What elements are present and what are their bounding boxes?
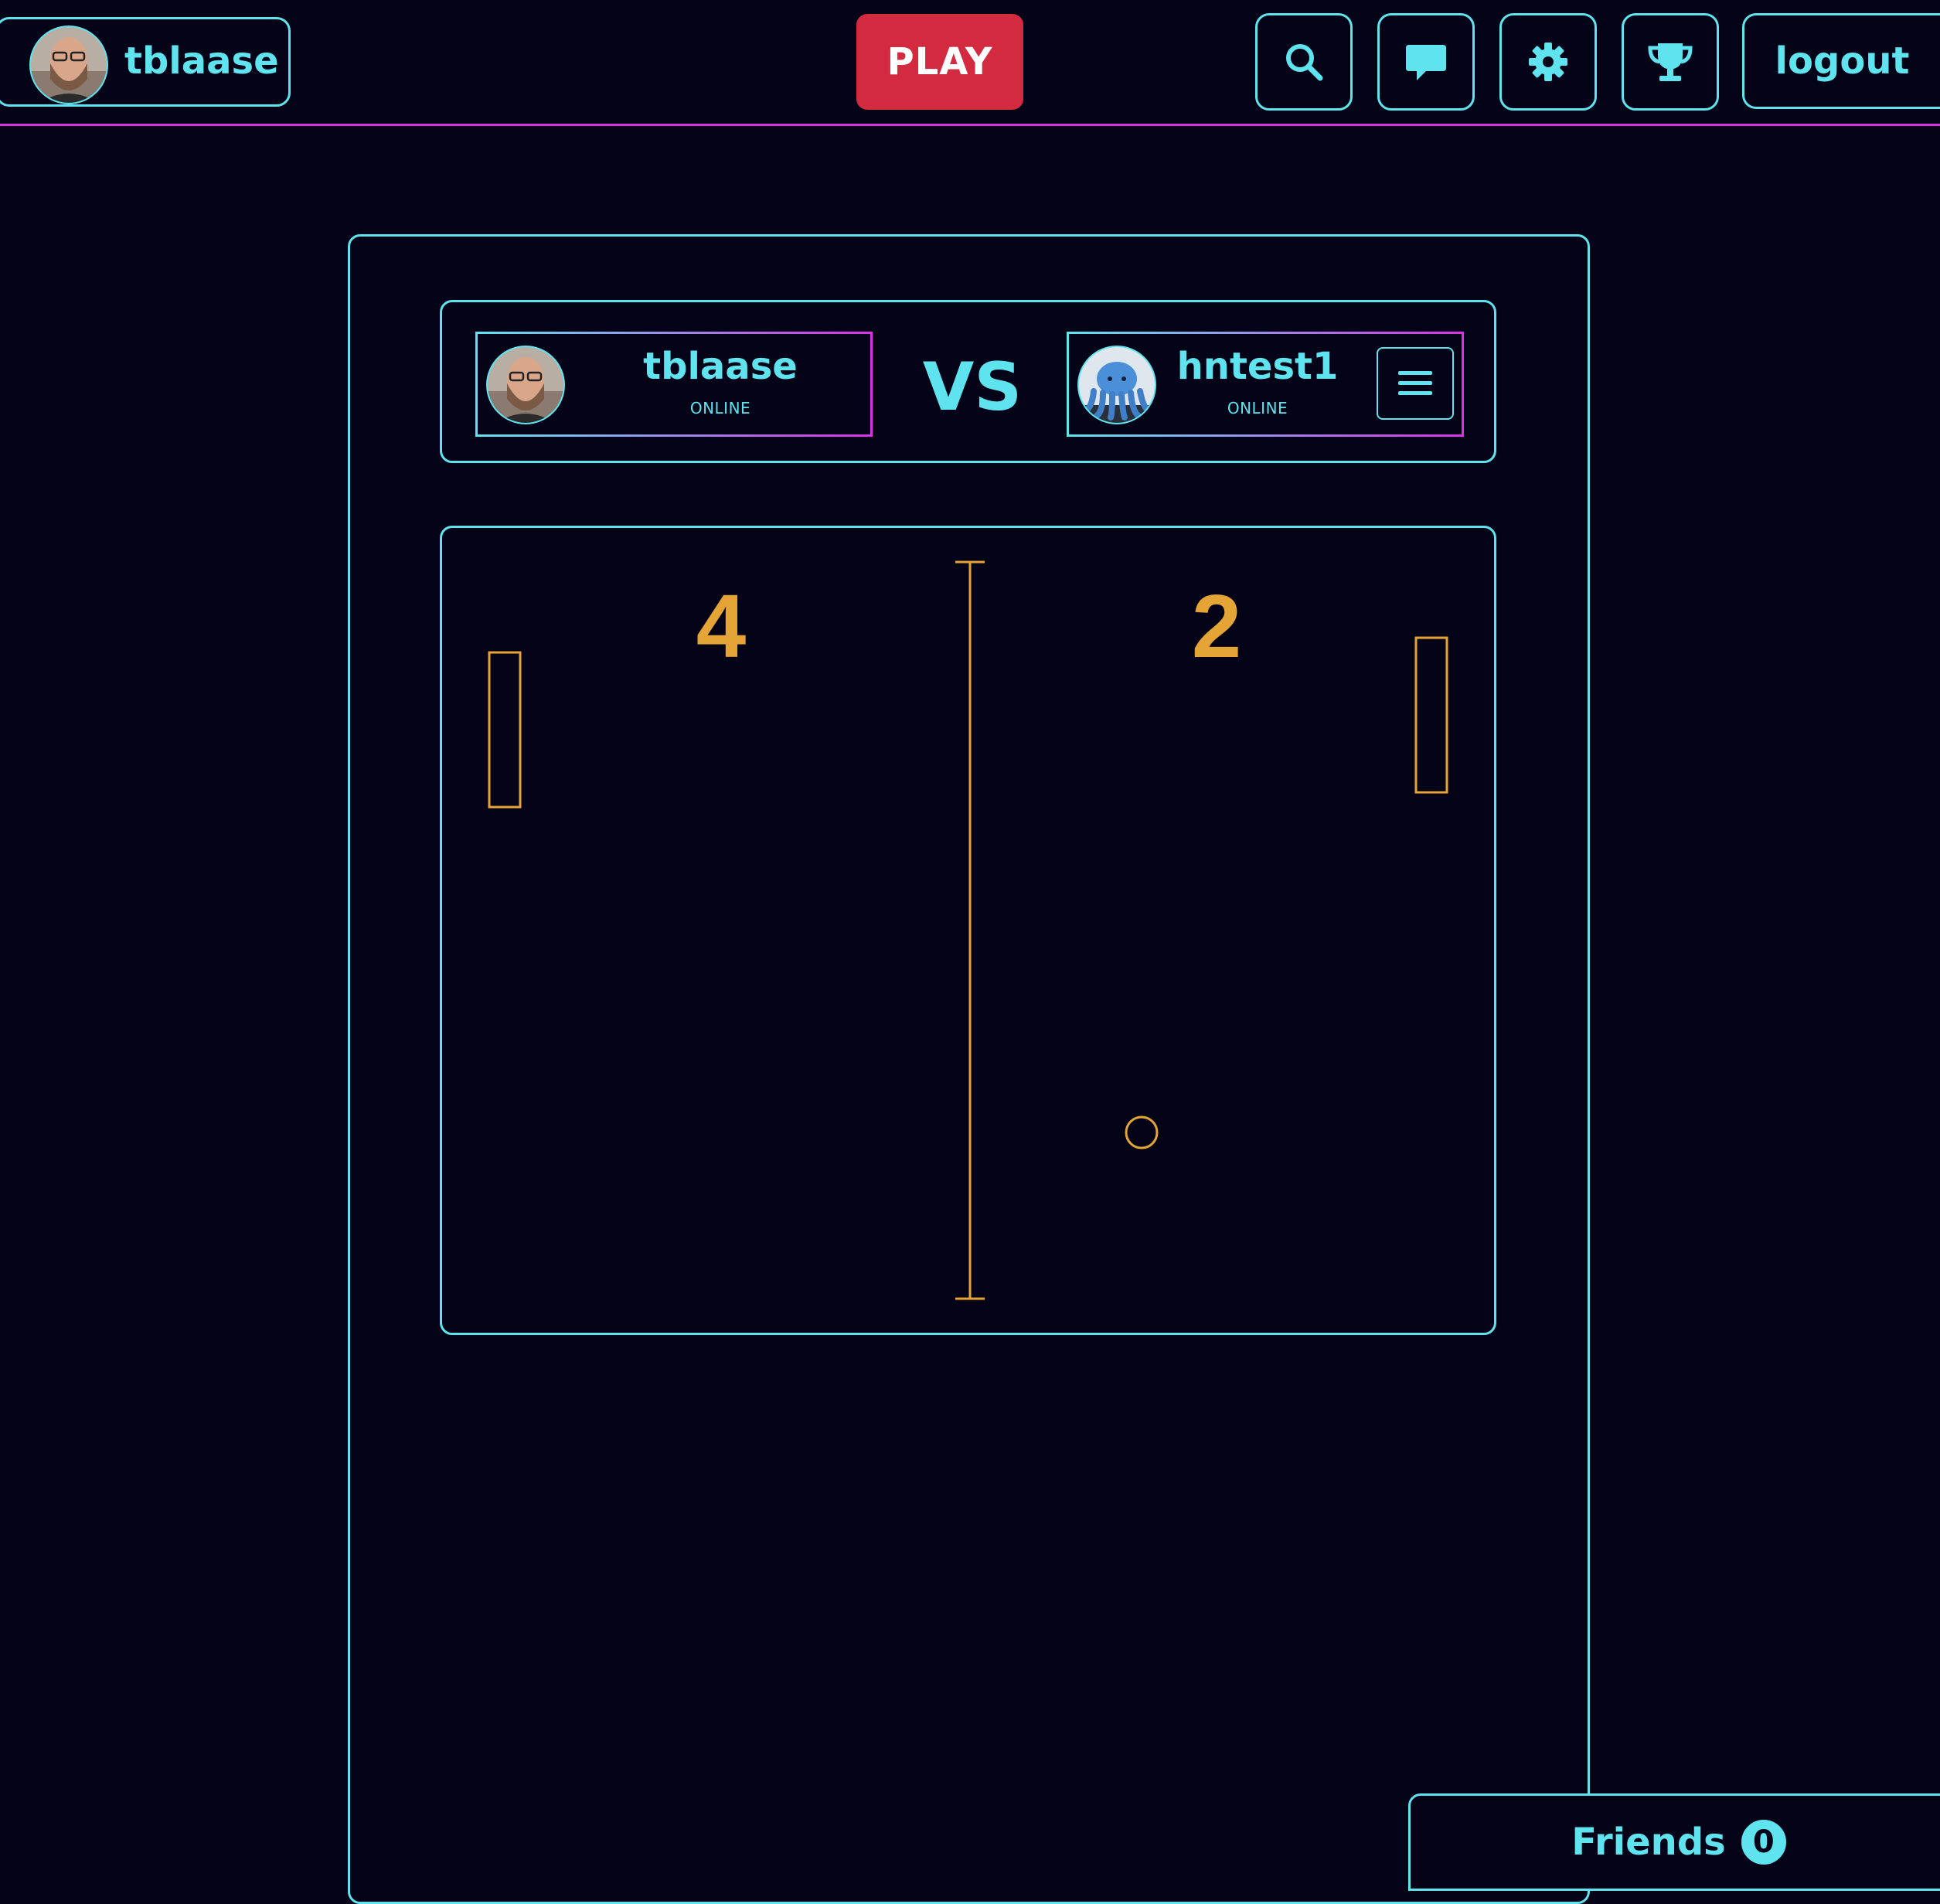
ball bbox=[1125, 1115, 1159, 1150]
chat-icon bbox=[1406, 45, 1446, 80]
logout-button[interactable]: logout bbox=[1742, 13, 1940, 109]
right-paddle bbox=[1414, 636, 1448, 794]
settings-button[interactable] bbox=[1499, 13, 1597, 111]
player2-status: ONLINE bbox=[1227, 399, 1288, 417]
player-card-left[interactable]: tblaase ONLINE bbox=[475, 332, 873, 437]
user-avatar bbox=[29, 26, 108, 104]
search-icon bbox=[1286, 44, 1323, 81]
player2-name: hntest1 bbox=[1176, 345, 1339, 388]
player-menu-button[interactable] bbox=[1377, 347, 1454, 420]
score-right: 2 bbox=[1191, 576, 1242, 676]
profile-button[interactable]: tblaase bbox=[0, 17, 291, 107]
player-card-right[interactable]: hntest1 ONLINE bbox=[1067, 332, 1464, 437]
player1-name: tblaase bbox=[643, 345, 798, 388]
friends-count-badge: 0 bbox=[1741, 1820, 1786, 1865]
pong-field bbox=[488, 560, 1448, 1300]
gear-icon bbox=[1529, 43, 1567, 81]
search-button[interactable] bbox=[1255, 13, 1353, 111]
leaderboard-button[interactable] bbox=[1622, 13, 1719, 111]
player2-avatar bbox=[1077, 346, 1156, 424]
play-button[interactable]: PLAY bbox=[856, 14, 1023, 110]
vs-label: VS bbox=[922, 349, 1023, 426]
trophy-icon bbox=[1648, 43, 1693, 81]
player1-status: ONLINE bbox=[689, 399, 751, 417]
pong-board[interactable]: 4 2 bbox=[440, 526, 1496, 1335]
left-paddle bbox=[488, 651, 522, 809]
top-navigation-bar: tblaase PLAY logout bbox=[0, 0, 1940, 126]
score-left: 4 bbox=[696, 576, 747, 676]
player1-avatar bbox=[486, 346, 565, 424]
username-label: tblaase bbox=[124, 39, 279, 83]
friends-label: Friends bbox=[1571, 1821, 1726, 1864]
match-header: tblaase ONLINE VS hntest1 ONLINE bbox=[440, 300, 1496, 463]
chat-button[interactable] bbox=[1377, 13, 1475, 111]
hamburger-icon bbox=[1398, 371, 1432, 395]
friends-tab[interactable]: Friends 0 bbox=[1408, 1793, 1940, 1891]
